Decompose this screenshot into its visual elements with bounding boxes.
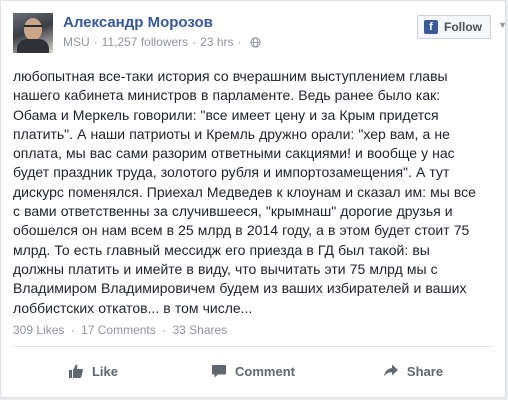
follower-count: 11,257 followers <box>101 35 189 49</box>
facebook-post-card: Александр Морозов MSU · 11,257 followers… <box>0 0 507 398</box>
shares-count[interactable]: 33 Shares <box>172 323 227 337</box>
thumbs-up-icon <box>68 364 83 378</box>
author-name[interactable]: Александр Морозов <box>63 14 213 31</box>
comment-button[interactable]: Comment <box>173 355 333 387</box>
post-text-line: Владимиром Владимировичем будем из ваших… <box>13 280 467 297</box>
post-text-line: лоббистских откатов... в том числе... <box>13 299 253 316</box>
post-text-line: Обама и Меркель говорили: "все имеет цен… <box>13 106 439 123</box>
author-avatar[interactable] <box>13 13 53 53</box>
post-text-line: с вами ответственны за случившееся, "кры… <box>13 203 453 220</box>
post-actions: Like Comment Share <box>13 351 493 391</box>
avatar-glasses <box>24 25 42 31</box>
meta-separator: · <box>93 35 98 49</box>
actions-divider <box>13 346 493 347</box>
post-meta: MSU · 11,257 followers · 23 hrs · <box>63 35 261 49</box>
post-source[interactable]: MSU <box>63 35 90 49</box>
globe-icon <box>249 36 261 48</box>
like-button-label: Like <box>91 363 118 379</box>
follow-button-label: Follow <box>444 20 482 34</box>
post-text-line: обошелся он нам всем в 25 млрд в 2014 го… <box>13 222 470 239</box>
share-button[interactable]: Share <box>333 355 493 387</box>
chevron-down-icon[interactable]: ▼ <box>498 20 507 30</box>
post-stats: 309 Likes · 17 Comments · 33 Shares <box>13 323 227 337</box>
share-arrow-icon <box>383 364 398 377</box>
avatar-body <box>17 39 49 53</box>
post-text-line: должны платить и имейте в виду, что вычи… <box>13 260 438 277</box>
meta-separator: · <box>192 35 197 49</box>
likes-count[interactable]: 309 Likes <box>13 323 64 337</box>
post-text-line: дискурс поменялся. Приехал Медведев к кл… <box>13 183 476 200</box>
follow-button[interactable]: f Follow <box>417 15 491 39</box>
post-text-line: оплата, мы вас сами разорим ответными са… <box>13 145 455 162</box>
facebook-f-icon: f <box>424 20 438 34</box>
post-text-line: нашего кабинета министров в парламенте. … <box>13 87 441 104</box>
comment-button-label: Comment <box>235 363 295 379</box>
post-text-line: платить". А наши патриоты и Кремль дружн… <box>13 125 450 142</box>
comments-count[interactable]: 17 Comments <box>81 323 156 337</box>
comment-bubble-icon <box>212 365 227 378</box>
post-time[interactable]: 23 hrs <box>200 35 233 49</box>
post-text-line: будет праздник труда, золотого рубля и и… <box>13 164 450 181</box>
post-text-line: любопытная все-таки история со вчерашним… <box>13 68 448 84</box>
like-button[interactable]: Like <box>13 355 173 387</box>
meta-separator: · <box>237 35 242 49</box>
post-text-line: млрд. То есть главный мессидж его приезд… <box>13 241 430 258</box>
share-button-label: Share <box>406 363 444 379</box>
stats-separator: · <box>70 323 75 337</box>
post-header: Александр Морозов MSU · 11,257 followers… <box>13 13 507 57</box>
stats-separator: · <box>162 323 167 337</box>
post-body-text: любопытная все-таки история со вчерашним… <box>13 67 498 318</box>
